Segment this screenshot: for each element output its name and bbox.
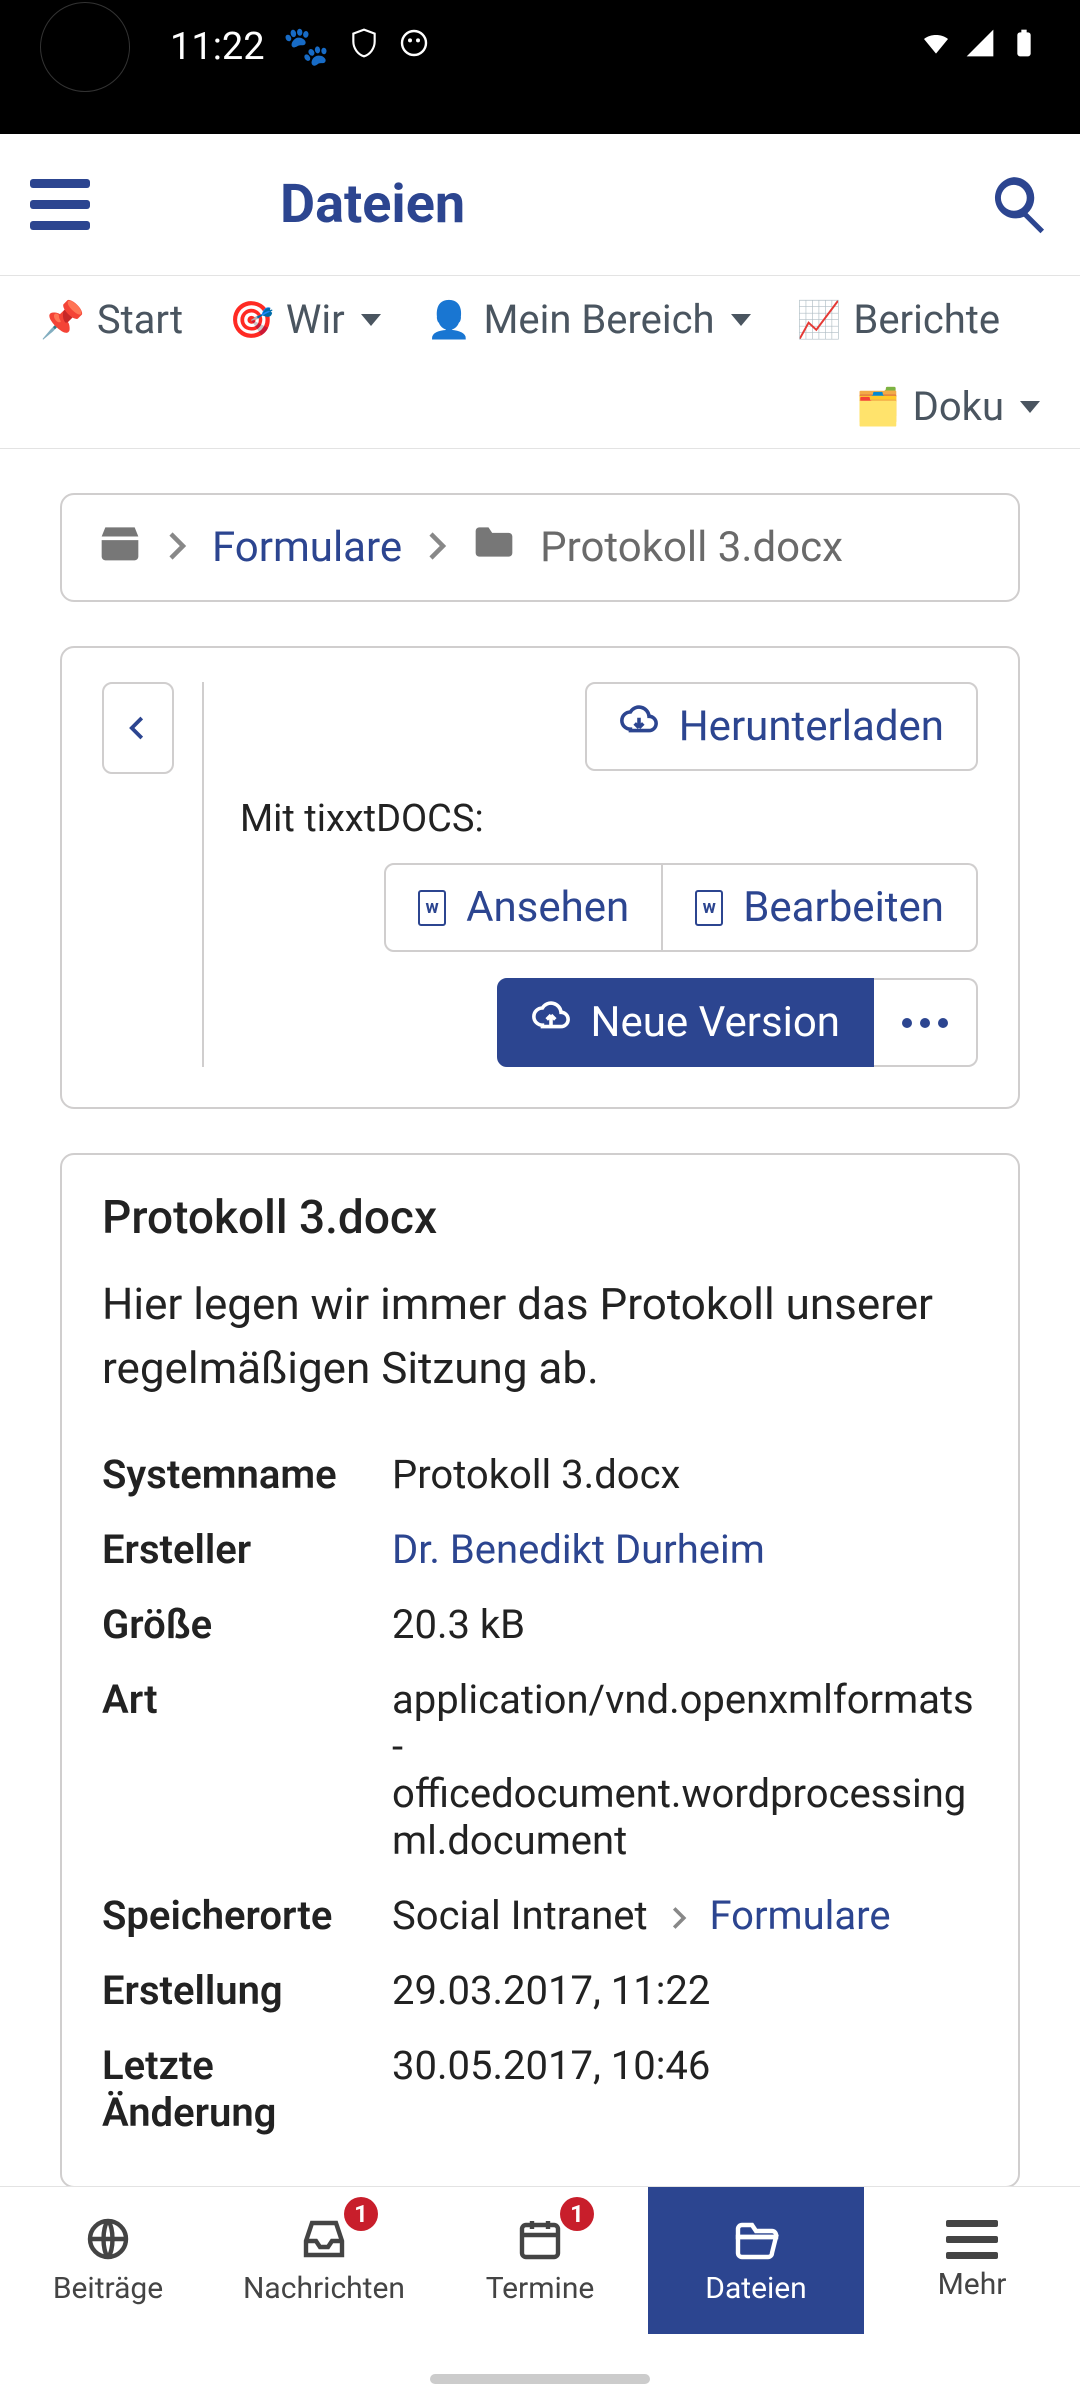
bottom-nav: Beiträge 1 Nachrichten 1 Termine Dateien… [0, 2186, 1080, 2334]
search-button[interactable] [988, 172, 1050, 238]
word-file-icon: w [695, 890, 723, 926]
meta-value-type: application/vnd.openxmlformats-officedoc… [392, 1676, 978, 1864]
meta-label-size: Größe [102, 1601, 392, 1648]
folder-icon [472, 523, 516, 572]
chart-icon: 📈 [797, 299, 842, 341]
nav-label: Wir [286, 296, 345, 343]
status-bar: 11:22 🐾 [0, 0, 1080, 134]
app-header: Dateien [0, 134, 1080, 276]
chevron-down-icon [361, 314, 381, 326]
nav-mein-bereich[interactable]: 👤 Mein Bereich [427, 296, 751, 343]
person-icon: 👤 [427, 299, 472, 341]
new-version-button[interactable]: Neue Version [497, 978, 874, 1067]
nav-label: Doku [913, 383, 1004, 430]
meta-label-type: Art [102, 1676, 392, 1723]
tab-label: Termine [486, 2271, 595, 2306]
chevron-right-icon [426, 523, 448, 572]
meta-value-created: 29.03.2017, 11:22 [392, 1967, 978, 2014]
nav-label: Mein Bereich [483, 296, 714, 343]
meta-label-locations: Speicherorte [102, 1892, 392, 1939]
meta-label-modified: Letzte Änderung [102, 2042, 392, 2136]
meta-label-created: Erstellung [102, 1967, 392, 2014]
meta-value-systemname: Protokoll 3.docx [392, 1451, 978, 1498]
dots-horizontal-icon [902, 1018, 948, 1028]
view-button[interactable]: w Ansehen [384, 863, 663, 952]
tab-label: Dateien [705, 2271, 807, 2306]
tab-messages[interactable]: 1 Nachrichten [216, 2187, 432, 2334]
word-file-icon: w [418, 890, 446, 926]
messages-badge: 1 [344, 2197, 378, 2231]
more-actions-button[interactable] [874, 978, 978, 1067]
tab-posts[interactable]: Beiträge [0, 2187, 216, 2334]
nav-start[interactable]: 📌 Start [40, 296, 183, 343]
creator-link[interactable]: Dr. Benedikt Durheim [392, 1526, 765, 1573]
meta-label-systemname: Systemname [102, 1451, 392, 1498]
tab-files[interactable]: Dateien [648, 2187, 864, 2334]
globe-icon [81, 2215, 135, 2263]
battery-icon [1008, 25, 1040, 69]
breadcrumb: Formulare Protokoll 3.docx [60, 493, 1020, 602]
file-details-card: Protokoll 3.docx Hier legen wir immer da… [60, 1153, 1020, 2188]
signal-icon [964, 25, 996, 69]
nav-label: Start [97, 296, 183, 343]
status-avatar [40, 2, 130, 92]
wifi-icon [920, 25, 952, 69]
pin-icon: 📌 [40, 299, 85, 341]
chevron-right-icon [658, 1892, 700, 1939]
target-icon: 🎯 [229, 299, 274, 341]
breadcrumb-folder-link[interactable]: Formulare [212, 523, 402, 572]
button-label: Herunterladen [679, 702, 944, 751]
calendar-icon [513, 2215, 567, 2263]
inbox-icon [297, 2215, 351, 2263]
top-nav: 📌 Start 🎯 Wir 👤 Mein Bereich 📈 Berichte … [0, 276, 1080, 449]
tab-label: Nachrichten [243, 2271, 405, 2306]
docs-hint-label: Mit tixxtDOCS: [240, 797, 484, 841]
button-label: Ansehen [466, 883, 629, 932]
folder-open-icon [729, 2215, 783, 2263]
events-badge: 1 [560, 2197, 594, 2231]
button-label: Bearbeiten [743, 883, 944, 932]
content-area: Formulare Protokoll 3.docx [0, 449, 1080, 2400]
breadcrumb-home[interactable] [98, 523, 142, 572]
home-indicator [430, 2374, 650, 2384]
chevron-down-icon [1020, 401, 1040, 413]
edit-button[interactable]: w Bearbeiten [663, 863, 978, 952]
file-actions: Herunterladen Mit tixxtDOCS: w Ansehen w [60, 646, 1020, 1109]
tab-label: Mehr [938, 2267, 1007, 2302]
tab-label: Beiträge [53, 2271, 163, 2306]
back-button[interactable] [102, 682, 174, 774]
chevron-right-icon [166, 523, 188, 572]
file-title: Protokoll 3.docx [102, 1191, 978, 1245]
button-label: Neue Version [591, 998, 840, 1047]
meta-value-modified: 30.05.2017, 10:46 [392, 2042, 978, 2089]
status-circle-icon [398, 25, 430, 69]
chevron-down-icon [731, 314, 751, 326]
file-description: Hier legen wir immer das Protokoll unser… [102, 1273, 978, 1401]
location-folder-link[interactable]: Formulare [709, 1892, 890, 1939]
status-time: 11:22 [170, 25, 265, 69]
menu-icon [946, 2220, 998, 2259]
breadcrumb-current: Protokoll 3.docx [540, 523, 843, 572]
page-title: Dateien [100, 173, 988, 236]
folder-icon: 🗂️ [856, 386, 901, 428]
status-shield-icon [348, 25, 380, 69]
tab-events[interactable]: 1 Termine [432, 2187, 648, 2334]
nav-label: Berichte [853, 296, 1000, 343]
meta-value-size: 20.3 kB [392, 1601, 978, 1648]
nav-berichte[interactable]: 📈 Berichte [797, 296, 1001, 343]
download-button[interactable]: Herunterladen [585, 682, 978, 771]
cloud-upload-icon [531, 998, 571, 1047]
nav-wir[interactable]: 🎯 Wir [229, 296, 381, 343]
location-root: Social Intranet [392, 1892, 648, 1939]
tab-more[interactable]: Mehr [864, 2187, 1080, 2334]
status-app-icon-1: 🐾 [283, 25, 330, 69]
cloud-download-icon [619, 702, 659, 751]
menu-button[interactable] [30, 170, 100, 240]
meta-label-creator: Ersteller [102, 1526, 392, 1573]
nav-doku[interactable]: 🗂️ Doku [856, 383, 1040, 430]
